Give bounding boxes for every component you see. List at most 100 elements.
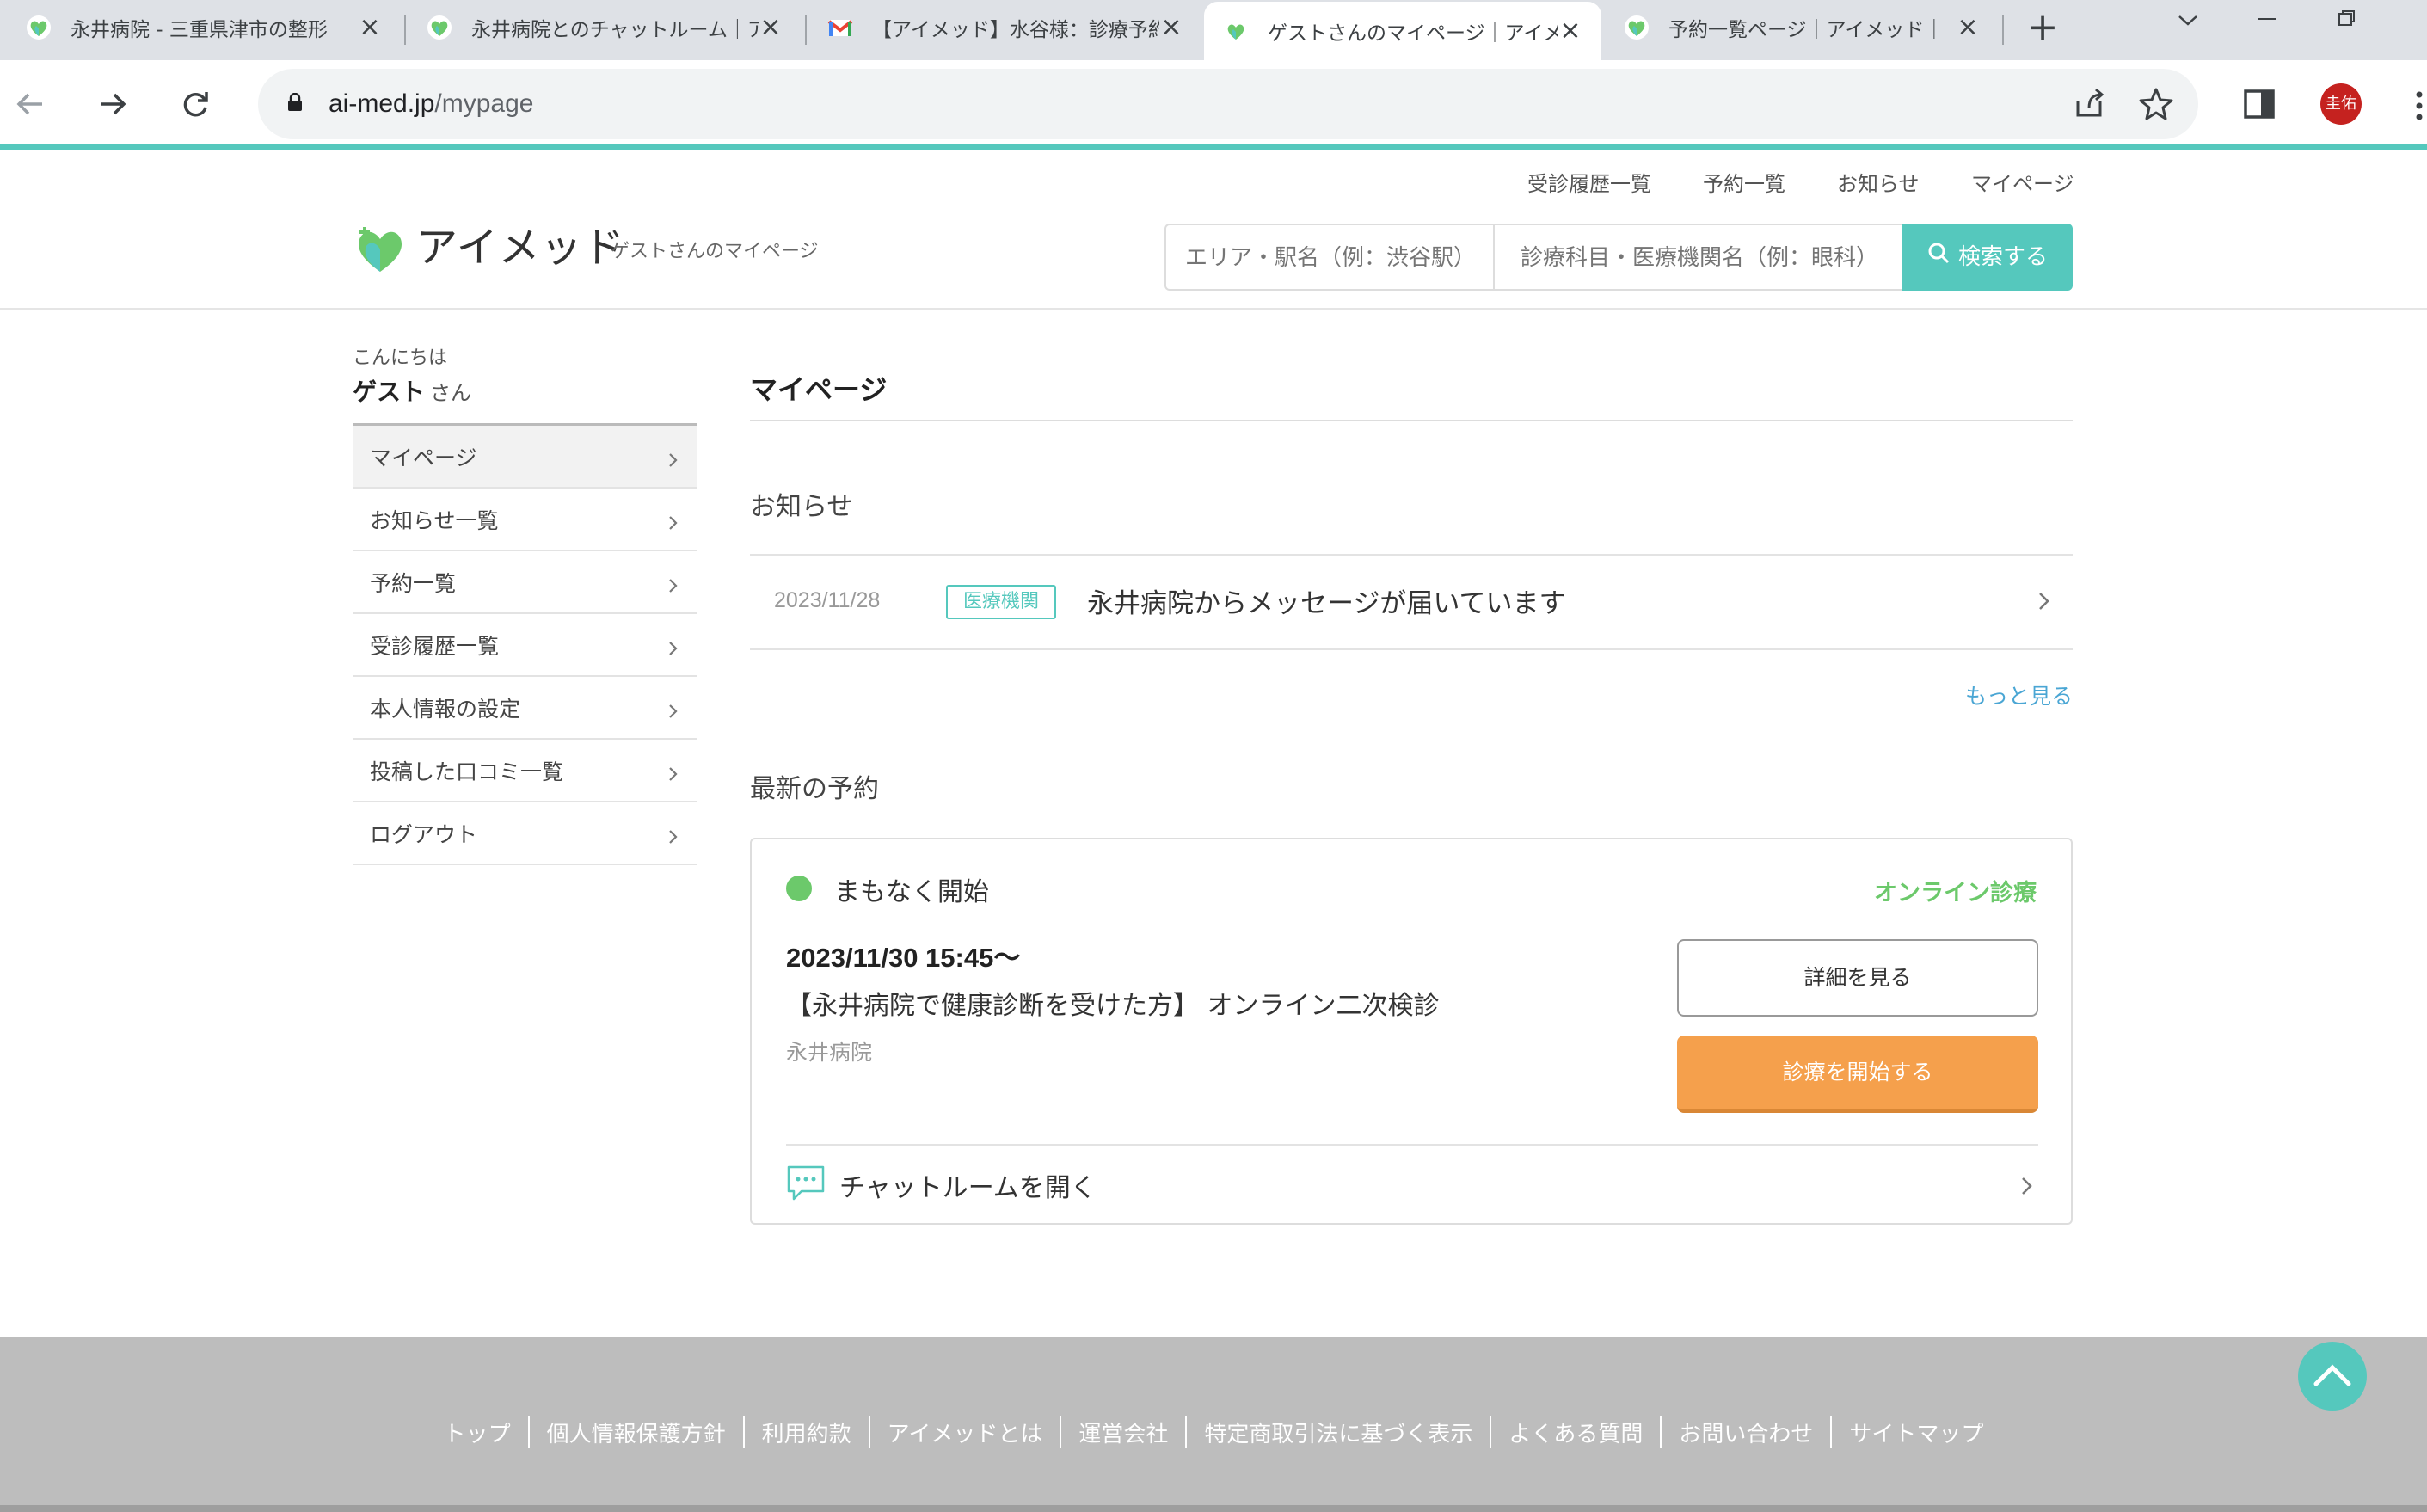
- sidebar-item-reviews[interactable]: 投稿した口コミ一覧: [353, 740, 697, 802]
- browser-tab[interactable]: 予約一覧ページ｜アイメッド｜ ×: [1605, 0, 1999, 55]
- tab-search-icon[interactable]: [2164, 3, 2212, 38]
- sidebar-item-label: 予約一覧: [370, 570, 457, 596]
- close-icon[interactable]: ×: [358, 15, 382, 40]
- footer-link-top[interactable]: トップ: [427, 1417, 528, 1448]
- close-icon[interactable]: ×: [1558, 18, 1582, 44]
- scroll-to-top-button[interactable]: [2298, 1342, 2367, 1411]
- chevron-right-icon: [666, 762, 681, 781]
- news-date: 2023/11/28: [774, 588, 881, 612]
- tab-title: 永井病院とのチャットルーム｜ア: [471, 19, 759, 41]
- url-text: ai-med.jp/mypage: [329, 84, 533, 124]
- share-icon[interactable]: [2071, 86, 2107, 126]
- news-heading: お知らせ: [750, 492, 853, 522]
- topnav-mypage[interactable]: マイページ: [1971, 167, 2074, 197]
- site-logo-text[interactable]: アイメッド: [416, 220, 625, 275]
- restore-icon[interactable]: [2322, 3, 2370, 38]
- aimed-heart-icon: [1624, 15, 1650, 40]
- user-honorific: さん: [430, 381, 472, 405]
- footer-link-faq[interactable]: よくある質問: [1491, 1417, 1660, 1448]
- tab-title: 永井病院 - 三重県津市の整形: [71, 19, 328, 41]
- browser-tab[interactable]: 【アイメッド】水谷様：診療予約 ×: [808, 0, 1202, 55]
- reservation-datetime: 2023/11/30 15:45〜: [786, 943, 1021, 973]
- header-accent-line: [0, 144, 2427, 150]
- department-search-input[interactable]: [1493, 224, 1904, 291]
- tab-separator: [404, 15, 406, 45]
- sidebar-item-label: ログアウト: [370, 821, 478, 847]
- lock-icon: [287, 92, 303, 112]
- browser-tab[interactable]: 永井病院とのチャットルーム｜ア ×: [408, 0, 802, 55]
- chevron-right-icon: [666, 636, 681, 655]
- chevron-right-icon: [666, 825, 681, 844]
- topnav-history[interactable]: 受診履歴一覧: [1527, 167, 1651, 197]
- tab-title: 【アイメッド】水谷様：診療予約: [872, 19, 1159, 41]
- status-dot-icon: [786, 876, 812, 901]
- footer-link-terms[interactable]: 利用約款: [745, 1417, 869, 1448]
- forward-icon[interactable]: [89, 81, 136, 127]
- sidebar-item-label: マイページ: [370, 445, 477, 470]
- tab-title: 予約一覧ページ｜アイメッド｜: [1668, 19, 1945, 41]
- side-panel-icon[interactable]: [2236, 81, 2283, 127]
- bookmark-star-icon[interactable]: [2138, 86, 2174, 126]
- start-consultation-button[interactable]: 診療を開始する: [1677, 1036, 2038, 1113]
- browser-tab-active[interactable]: ゲストさんのマイページ｜アイメッ ×: [1204, 2, 1601, 60]
- aimed-heart-icon: [1223, 18, 1249, 44]
- back-icon[interactable]: [7, 81, 53, 127]
- greeting-text: こんにちは: [353, 347, 448, 369]
- tab-title: ゲストさんのマイページ｜アイメッ: [1268, 22, 1558, 45]
- footer-links: トップ 個人情報保護方針 利用約款 アイメッドとは 運営会社 特定商取引法に基づ…: [0, 1416, 2427, 1448]
- address-bar[interactable]: ai-med.jp/mypage: [258, 69, 2198, 139]
- footer-link-company[interactable]: 運営会社: [1061, 1417, 1185, 1448]
- sidebar-item-mypage[interactable]: マイページ: [353, 426, 697, 489]
- tab-separator: [2002, 15, 2004, 45]
- aimed-heart-icon: [427, 15, 452, 40]
- topnav-news[interactable]: お知らせ: [1837, 167, 1920, 197]
- search-button[interactable]: 検索する: [1902, 224, 2073, 291]
- card-divider: [786, 1144, 2038, 1146]
- news-category-badge: 医療機関: [946, 585, 1057, 619]
- menu-kebab-icon[interactable]: [2415, 91, 2424, 120]
- sidebar-item-profile-settings[interactable]: 本人情報の設定: [353, 677, 697, 740]
- news-more-link[interactable]: もっと見る: [1961, 679, 2073, 710]
- minimize-icon[interactable]: [2243, 3, 2291, 38]
- view-details-button[interactable]: 詳細を見る: [1677, 939, 2038, 1017]
- browser-tab-strip: 永井病院 - 三重県津市の整形 × 永井病院とのチャットルーム｜ア × 【アイメ…: [0, 0, 2427, 60]
- sidebar-item-history[interactable]: 受診履歴一覧: [353, 614, 697, 677]
- url-host: ai-med.jp: [329, 89, 435, 118]
- news-item[interactable]: 2023/11/28 医療機関 永井病院からメッセージが届いています: [750, 554, 2073, 650]
- profile-avatar[interactable]: 圭佑: [2320, 83, 2362, 125]
- reservation-hospital: 永井病院: [786, 1040, 873, 1065]
- footer-link-privacy[interactable]: 個人情報保護方針: [530, 1417, 743, 1448]
- topnav-reservations[interactable]: 予約一覧: [1703, 167, 1785, 197]
- footer-link-contact[interactable]: お問い合わせ: [1662, 1417, 1830, 1448]
- sidebar-item-news[interactable]: お知らせ一覧: [353, 489, 697, 551]
- chevron-right-icon: [666, 448, 681, 467]
- site-footer: トップ 個人情報保護方針 利用約款 アイメッドとは 運営会社 特定商取引法に基づ…: [0, 1337, 2427, 1512]
- footer-link-about[interactable]: アイメッドとは: [870, 1417, 1060, 1448]
- browser-toolbar: ai-med.jp/mypage 圭佑: [0, 60, 2427, 148]
- gmail-icon: [827, 15, 853, 40]
- footer-link-sitemap[interactable]: サイトマップ: [1832, 1417, 2000, 1448]
- title-divider: [750, 420, 2073, 421]
- footer-link-commerce-law[interactable]: 特定商取引法に基づく表示: [1187, 1417, 1490, 1448]
- browser-tab[interactable]: 永井病院 - 三重県津市の整形 ×: [7, 0, 401, 55]
- sidebar-item-reservations[interactable]: 予約一覧: [353, 551, 697, 614]
- sidebar-item-label: 投稿した口コミ一覧: [370, 759, 564, 784]
- page-title: マイページ: [750, 373, 888, 406]
- reload-icon[interactable]: [172, 81, 218, 127]
- footer-bottom-bar: [0, 1505, 2427, 1512]
- chevron-right-icon: [2018, 1177, 2037, 1195]
- sidebar-item-logout[interactable]: ログアウト: [353, 802, 697, 865]
- reservation-card: まもなく開始 オンライン診療 2023/11/30 15:45〜 【永井病院で健…: [750, 838, 2073, 1225]
- user-name-value: ゲスト: [353, 378, 426, 406]
- search-icon: [1927, 224, 1950, 291]
- close-icon[interactable]: ×: [759, 15, 783, 40]
- sidebar-item-label: 本人情報の設定: [370, 696, 521, 722]
- open-chatroom-link[interactable]: チャットルームを開く: [839, 1166, 1097, 1204]
- close-icon[interactable]: ×: [1956, 15, 1980, 40]
- new-tab-button[interactable]: +: [2023, 9, 2062, 48]
- aimed-logo-icon[interactable]: [353, 220, 408, 275]
- search-button-label: 検索する: [1957, 244, 2048, 270]
- aimed-heart-icon: [26, 15, 52, 40]
- close-icon[interactable]: ×: [1159, 15, 1183, 40]
- area-search-input[interactable]: [1164, 224, 1495, 291]
